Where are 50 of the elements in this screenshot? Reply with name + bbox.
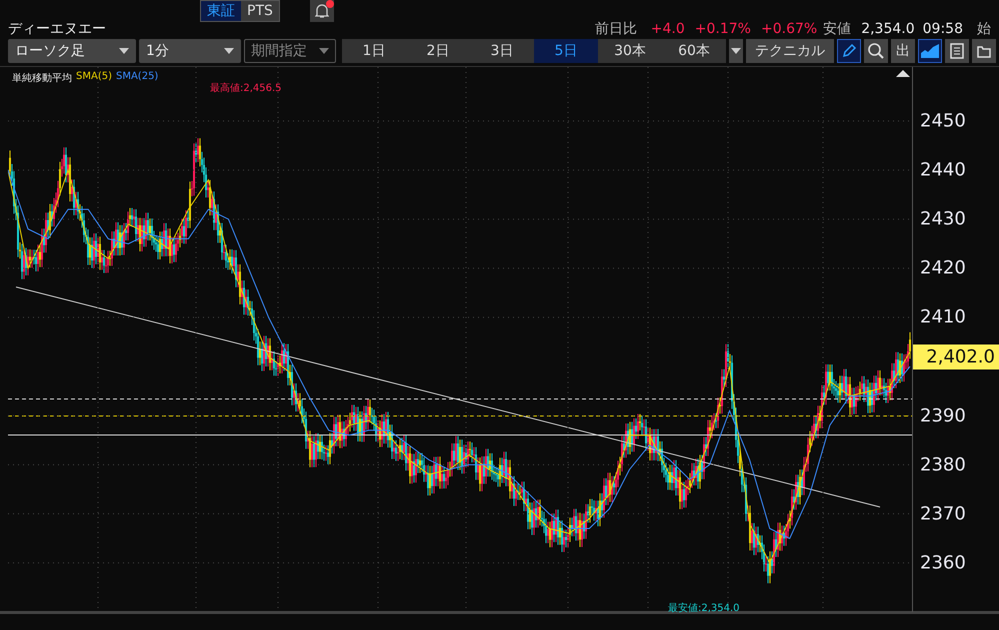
range-tab[interactable]: 30本 [598,39,662,63]
quote-value: +0.67% [760,21,818,37]
range-tab[interactable]: 2日 [406,39,470,63]
axis-label: 2420 [920,258,966,279]
range-tab[interactable]: 3日 [470,39,534,63]
legend-series: SMA(5) [76,71,112,84]
range-tab[interactable]: 5日 [534,39,598,63]
legend-title: 単純移動平均 [12,72,72,85]
axis-label: 2430 [920,208,966,230]
stock-name: ディーエヌエー [8,20,107,38]
axis-label: 2440 [920,160,966,181]
quote-label: 始 [977,20,991,38]
interval-dropdown[interactable]: 1分 [139,39,241,63]
bell-icon [314,3,329,19]
axis-label: 2370 [920,503,966,524]
more-dropdown-button[interactable] [729,39,743,63]
legend-series: SMA(25) [116,71,158,84]
quote-label: 安値 [823,20,852,38]
market-tab[interactable]: 東証 [201,1,241,21]
folder-icon [977,44,991,58]
area-chart-icon [921,44,939,58]
quote-value: +0.17% [694,21,751,37]
scroll-up-icon[interactable] [896,70,910,77]
high-price-label: 最高値:2,456.5 [210,82,282,95]
save-icon [950,43,964,59]
notification-button[interactable] [310,0,334,22]
axis-label: 2390 [920,405,966,426]
quote-time: 09:58 [922,21,963,37]
axis-label: 2360 [920,552,966,574]
axis-label: 2380 [920,454,966,476]
quote-value: +4.0 [650,21,685,37]
current-price-tag: 2,402.0 [913,344,999,370]
magnifier-icon [867,42,885,60]
axis-label: 2410 [920,306,966,328]
quote-value: 2,354.0 [861,21,915,37]
tool-button[interactable] [945,39,969,63]
tool-button[interactable] [864,39,888,63]
axis-label: 2450 [920,110,966,132]
chart-type-dropdown[interactable]: ローソク足 [8,39,136,63]
quote-label: 前日比 [594,20,637,38]
market-tab[interactable]: PTS [241,1,279,21]
output-button[interactable]: 出 [891,39,915,63]
range-tab[interactable]: 60本 [662,39,726,63]
pencil-icon [841,43,857,59]
low-price-label: 最安値:2,354.0 [668,602,740,615]
tool-button[interactable] [918,39,942,63]
tool-button[interactable] [972,39,996,63]
range-tab[interactable]: 1日 [342,39,406,63]
tool-button[interactable] [837,39,861,63]
technical-button[interactable]: テクニカル [746,39,834,63]
